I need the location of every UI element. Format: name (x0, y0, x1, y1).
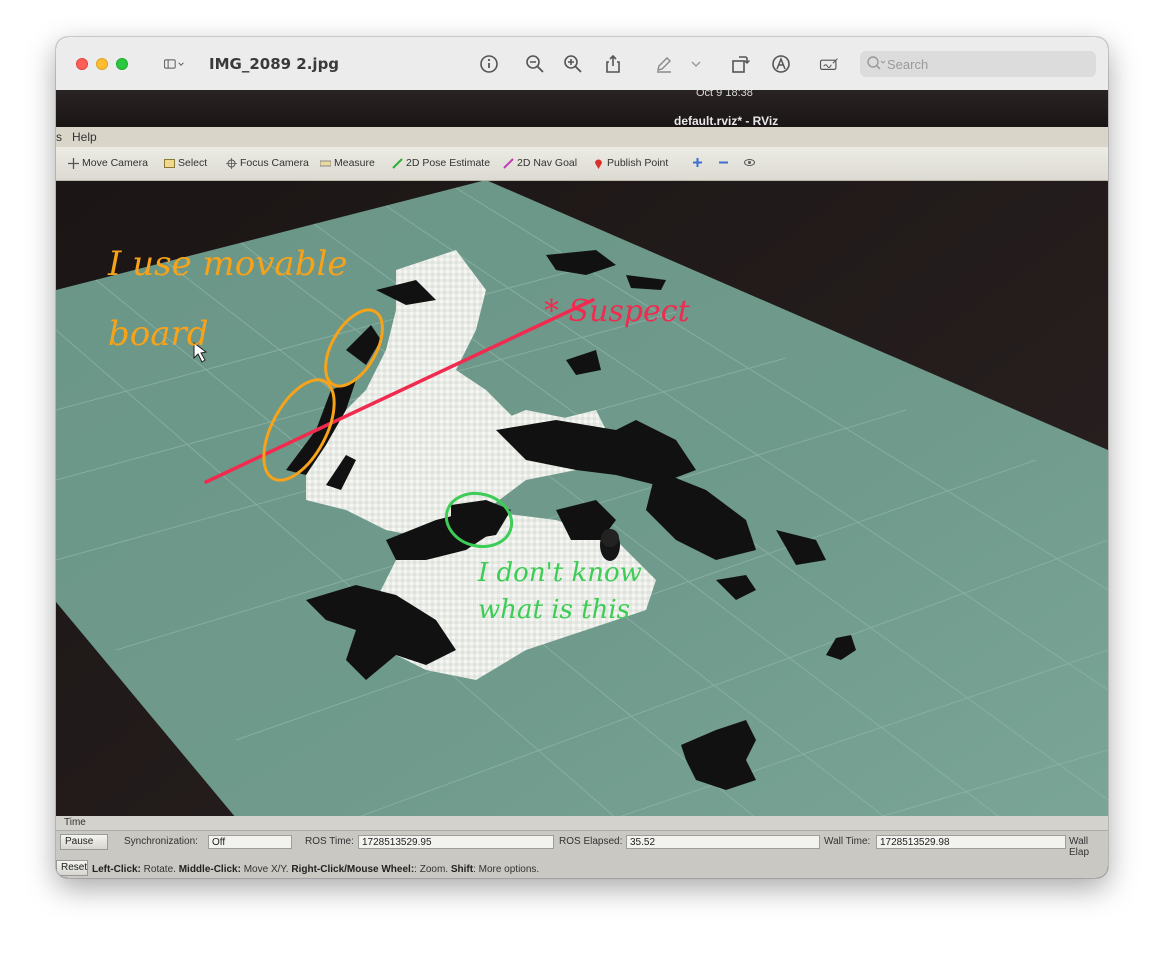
robot-marker (601, 529, 619, 547)
wall-time-field[interactable]: 1728513529.98 (876, 835, 1066, 849)
wall-elapsed-label: Wall Elap (1069, 836, 1090, 858)
reset-label: Reset (61, 862, 88, 873)
tool-measure[interactable]: Measure (320, 157, 375, 169)
zoom-button[interactable] (116, 58, 128, 70)
help-value: : More options. (473, 864, 540, 875)
remove-tool-button[interactable] (718, 157, 729, 168)
pose-estimate-icon (392, 157, 403, 169)
rviz-toolbar: Move Camera Select Focus Camera Measure … (56, 147, 1108, 181)
help-key: Left-Click: (92, 864, 141, 875)
wall-time-label: Wall Time: (824, 836, 871, 847)
view-tool-button[interactable] (744, 157, 755, 168)
pause-button[interactable]: Pause (60, 834, 108, 850)
tool-label: Publish Point (607, 157, 669, 169)
reset-button[interactable]: Reset (56, 860, 88, 876)
menu-item-help[interactable]: Help (72, 130, 97, 144)
tool-focus-camera[interactable]: Focus Camera (226, 157, 309, 169)
annotation-unknown-line2: what is this (478, 595, 630, 625)
info-icon[interactable] (477, 53, 501, 75)
annotation-unknown-line1: I don't know (478, 558, 642, 588)
rviz-window-title: default.rviz* - RViz (674, 114, 779, 128)
markup-circle-icon[interactable] (769, 53, 793, 75)
tool-label: 2D Nav Goal (517, 157, 578, 169)
add-tool-button[interactable] (692, 157, 703, 168)
search-icon (866, 55, 886, 78)
annotation-suspect: * Suspect (544, 294, 690, 329)
rviz-bottom-panel: Time Pause Synchronization: Off ROS Time… (56, 816, 1108, 878)
tool-2d-pose-estimate[interactable]: 2D Pose Estimate (392, 157, 490, 169)
markup-dropdown-icon[interactable] (689, 53, 703, 75)
share-icon[interactable] (601, 53, 625, 75)
sync-select[interactable]: Off (208, 835, 292, 849)
ros-elapsed-field[interactable]: 35.52 (626, 835, 820, 849)
ros-time-label: ROS Time: (305, 836, 354, 847)
rotate-icon[interactable] (728, 53, 752, 75)
time-panel-title: Time (64, 817, 86, 828)
rviz-title-strip: Oct 9 18:38 default.rviz* - RViz (56, 90, 1108, 128)
photo-content: Oct 9 18:38 default.rviz* - RViz s Help … (56, 90, 1108, 878)
sidebar-toggle-icon[interactable] (156, 53, 192, 75)
annotation-movable-board-line2: board (108, 314, 209, 354)
pause-label: Pause (65, 836, 94, 847)
system-clock: Oct 9 18:38 (696, 90, 753, 99)
zoom-out-icon[interactable] (523, 53, 547, 75)
focus-camera-icon (226, 157, 237, 169)
search-placeholder: Search (887, 57, 929, 72)
move-camera-icon (68, 157, 79, 169)
help-value: Rotate. (140, 864, 179, 875)
ros-time-field[interactable]: 1728513529.95 (358, 835, 554, 849)
titlebar: IMG_2089 2.jpg Search (56, 37, 1108, 91)
search-field[interactable]: Search (860, 51, 1096, 77)
sync-label: Synchronization: (124, 836, 198, 847)
plus-icon (693, 158, 702, 167)
tool-label: Focus Camera (240, 157, 309, 169)
rviz-3d-scene (56, 90, 1108, 878)
tool-move-camera[interactable]: Move Camera (68, 157, 148, 169)
close-button[interactable] (76, 58, 88, 70)
rviz-menubar: s Help (56, 127, 1108, 147)
minimize-button[interactable] (96, 58, 108, 70)
measure-icon (320, 160, 331, 166)
select-icon (164, 158, 175, 168)
tool-2d-nav-goal[interactable]: 2D Nav Goal (503, 157, 577, 169)
tool-label: Select (178, 157, 208, 169)
tool-label: Measure (334, 157, 375, 169)
zoom-in-icon[interactable] (561, 53, 585, 75)
help-key: Middle-Click: (178, 864, 241, 875)
tool-publish-point[interactable]: Publish Point (593, 157, 668, 169)
menu-item-tools[interactable]: s (56, 130, 62, 144)
tool-label: Move Camera (82, 157, 148, 169)
status-help-text: Left-Click: Rotate. Middle-Click: Move X… (92, 864, 539, 875)
sync-value: Off (212, 837, 226, 848)
help-value: Move X/Y. (240, 864, 292, 875)
markup-pen-icon[interactable] (652, 53, 676, 75)
tool-select[interactable]: Select (164, 157, 207, 169)
annotation-movable-board-line1: I use movable (108, 244, 348, 284)
publish-point-icon (595, 159, 602, 169)
help-key: Right-Click/Mouse Wheel: (291, 864, 415, 875)
ros-elapsed-label: ROS Elapsed: (559, 836, 623, 847)
eye-icon (744, 159, 755, 166)
sign-icon[interactable] (815, 53, 843, 75)
time-panel-header: Time (56, 816, 1108, 831)
nav-goal-icon (503, 157, 514, 169)
tool-label: 2D Pose Estimate (406, 157, 491, 169)
document-title: IMG_2089 2.jpg (209, 55, 340, 73)
help-value: : Zoom. (414, 864, 451, 875)
preview-window: IMG_2089 2.jpg Search Oct 9 18:38 defaul… (56, 37, 1108, 878)
help-key: Shift (450, 864, 474, 875)
minus-icon (719, 161, 728, 164)
